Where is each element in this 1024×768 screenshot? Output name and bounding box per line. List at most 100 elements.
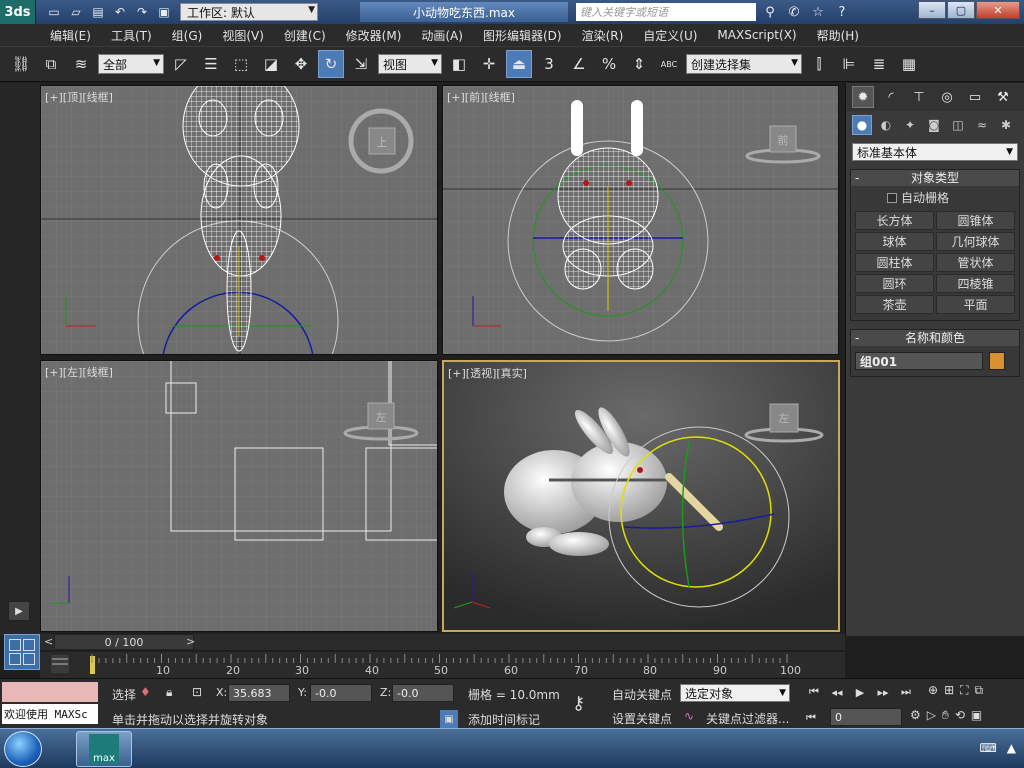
rect-selection-icon[interactable]: ⬚: [228, 50, 254, 78]
utilities-tab-icon[interactable]: ⚒: [992, 86, 1014, 108]
viewport-front[interactable]: 前 [+][前][线框]: [442, 85, 839, 355]
time-slider-prev-icon[interactable]: <: [44, 635, 53, 648]
geometry-icon[interactable]: ●: [852, 115, 872, 135]
absolute-mode-icon[interactable]: ⊡: [192, 685, 202, 699]
layer-manager-icon[interactable]: ≣: [866, 50, 892, 78]
go-to-start-icon[interactable]: ⏮: [804, 683, 824, 701]
pan-icon[interactable]: ✋︎: [942, 708, 949, 723]
play-icon[interactable]: ▶: [850, 683, 870, 701]
scale-icon[interactable]: ⇲: [348, 50, 374, 78]
new-file-icon[interactable]: ▭: [44, 3, 64, 21]
name-color-header[interactable]: - 名称和颜色: [851, 330, 1019, 346]
app-logo-button[interactable]: 3ds: [0, 0, 36, 24]
named-selection-select[interactable]: 创建选择集 ▼: [686, 54, 802, 74]
viewport-layout-button[interactable]: [4, 634, 40, 670]
maximize-button[interactable]: ▢: [947, 1, 975, 19]
viewport-perspective[interactable]: 左 [+][透视][真实]: [442, 360, 840, 632]
select-by-name-icon[interactable]: ☰: [198, 50, 224, 78]
undo-icon[interactable]: ↶: [110, 3, 130, 21]
display-tab-icon[interactable]: ▭: [964, 86, 986, 108]
communication-center-icon[interactable]: ✆: [784, 2, 804, 22]
selection-lock-icon[interactable]: 🔒︎: [166, 685, 172, 700]
isolate-selection-icon[interactable]: ♦: [140, 685, 151, 699]
viewcube-front-label[interactable]: 前: [778, 133, 789, 147]
favorites-star-icon[interactable]: ☆: [808, 2, 828, 22]
link-icon[interactable]: ⛓: [8, 50, 34, 78]
maximize-viewport-icon[interactable]: ▣: [971, 708, 982, 723]
menu-animation[interactable]: 动画(A): [421, 27, 463, 44]
key-icon[interactable]: ⚷: [572, 693, 585, 714]
cameras-icon[interactable]: ◙: [924, 115, 944, 135]
time-slider-next-icon[interactable]: >: [186, 635, 195, 648]
close-button[interactable]: ✕: [976, 1, 1020, 19]
autogrid-checkbox[interactable]: 自动栅格: [851, 186, 1019, 209]
menu-maxscript[interactable]: MAXScript(X): [717, 28, 796, 42]
project-folder-icon[interactable]: ▣: [154, 3, 174, 21]
time-config-icon[interactable]: ⚙: [910, 708, 921, 723]
viewcube-top-label[interactable]: 上: [377, 136, 388, 149]
search-input[interactable]: 键入关键字或短语: [576, 3, 756, 21]
open-file-icon[interactable]: ▱: [66, 3, 86, 21]
set-key-button[interactable]: 设置关键点: [612, 710, 672, 727]
x-coord-input[interactable]: 35.683: [228, 684, 290, 702]
create-tab-icon[interactable]: ✹: [852, 86, 874, 108]
menu-customize[interactable]: 自定义(U): [643, 27, 697, 44]
sphere-button[interactable]: 球体: [855, 232, 934, 251]
percent-snap-icon[interactable]: %: [596, 50, 622, 78]
viewcube-left-label[interactable]: 左: [376, 411, 387, 424]
start-button[interactable]: [4, 731, 42, 767]
geosphere-button[interactable]: 几何球体: [936, 232, 1015, 251]
spacewarps-icon[interactable]: ≈: [972, 115, 992, 135]
tube-button[interactable]: 管状体: [936, 253, 1015, 272]
torus-button[interactable]: 圆环: [855, 274, 934, 293]
lights-icon[interactable]: ✦: [900, 115, 920, 135]
viewcube-persp-label[interactable]: 左: [779, 412, 790, 425]
bind-spacewarp-icon[interactable]: ≋: [68, 50, 94, 78]
graphite-tools-icon[interactable]: ▦: [896, 50, 922, 78]
zoom-extents-all-icon[interactable]: ⧉: [975, 683, 984, 698]
menu-graph-editors[interactable]: 图形编辑器(D): [483, 27, 562, 44]
cylinder-button[interactable]: 圆柱体: [855, 253, 934, 272]
minimize-button[interactable]: –: [918, 1, 946, 19]
viewport-left[interactable]: 左 [+][左][线框]: [40, 360, 438, 632]
time-tag-icon[interactable]: ▣: [440, 710, 458, 728]
current-frame-input[interactable]: 0: [830, 708, 902, 726]
zoom-icon[interactable]: ⊕: [928, 683, 938, 698]
save-icon[interactable]: ▤: [88, 3, 108, 21]
z-coord-input[interactable]: -0.0: [392, 684, 454, 702]
pyramid-button[interactable]: 四棱锥: [936, 274, 1015, 293]
cone-button[interactable]: 圆锥体: [936, 211, 1015, 230]
modify-tab-icon[interactable]: ◜: [880, 86, 902, 108]
viewport-left-label[interactable]: [+][左][线框]: [45, 364, 113, 380]
maxscript-listener-output[interactable]: [2, 682, 98, 702]
time-slider[interactable]: < 0 / 100 >: [40, 634, 845, 650]
selection-filter-select[interactable]: 全部 ▼: [98, 54, 164, 74]
helpers-icon[interactable]: ◫: [948, 115, 968, 135]
unlink-icon[interactable]: ⧉: [38, 50, 64, 78]
y-coord-input[interactable]: -0.0: [310, 684, 372, 702]
taskbar-3dsmax-button[interactable]: max: [76, 731, 132, 767]
plane-button[interactable]: 平面: [936, 295, 1015, 314]
key-filters-button[interactable]: 关键点过滤器...: [706, 710, 789, 727]
next-frame-icon[interactable]: ▸▸: [873, 683, 893, 701]
zoom-all-icon[interactable]: ⊞: [944, 683, 954, 698]
workspace-select[interactable]: 工作区: 默认 ▼: [180, 3, 318, 21]
select-object-icon[interactable]: ◸: [168, 50, 194, 78]
select-manipulate-icon[interactable]: ✛: [476, 50, 502, 78]
spinner-snap-icon[interactable]: ⇕: [626, 50, 652, 78]
key-mode-select[interactable]: 选定对象 ▼: [680, 684, 790, 702]
viewport-top[interactable]: 上 [+][顶][线框]: [40, 85, 438, 355]
menu-rendering[interactable]: 渲染(R): [582, 27, 624, 44]
mirror-icon[interactable]: ⫿: [806, 50, 832, 78]
align-icon[interactable]: ⊫: [836, 50, 862, 78]
box-button[interactable]: 长方体: [855, 211, 934, 230]
rotate-icon[interactable]: ↻: [318, 50, 344, 78]
viewport-top-label[interactable]: [+][顶][线框]: [45, 89, 113, 105]
edit-named-selection-icon[interactable]: ABC: [656, 50, 682, 78]
keyboard-shortcut-override-icon[interactable]: ⏏: [506, 50, 532, 78]
object-name-input[interactable]: 组001: [855, 352, 983, 370]
menu-modifiers[interactable]: 修改器(M): [346, 27, 402, 44]
fov-icon[interactable]: ▷: [927, 708, 936, 723]
menu-create[interactable]: 创建(C): [284, 27, 326, 44]
orbit-icon[interactable]: ⟲: [955, 708, 965, 723]
